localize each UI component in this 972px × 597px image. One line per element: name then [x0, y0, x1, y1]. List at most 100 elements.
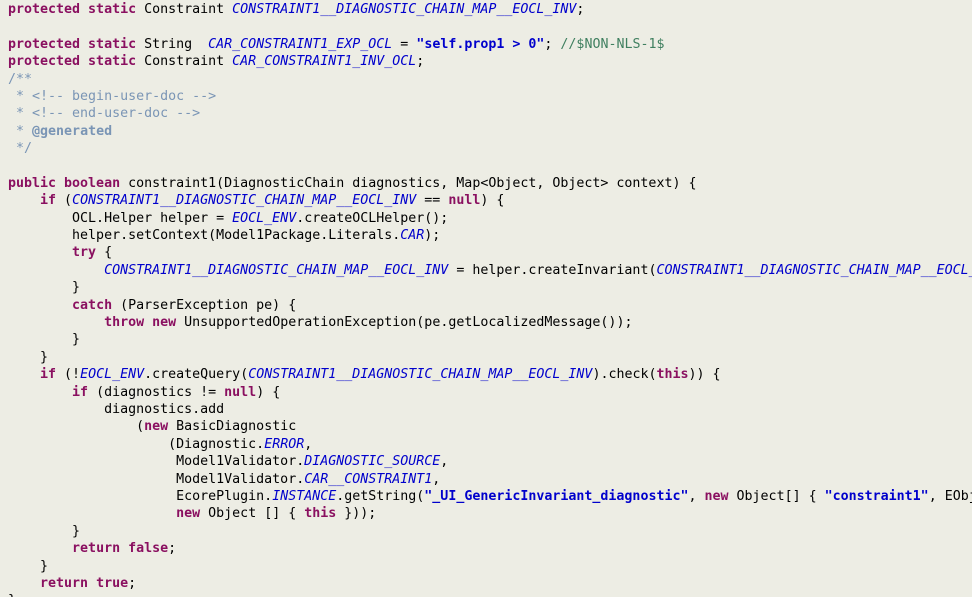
code-line[interactable]: } — [0, 279, 972, 296]
code-line[interactable]: helper.setContext(Model1Package.Literals… — [0, 227, 972, 244]
code-token-javadoc: /** — [8, 71, 33, 87]
code-line[interactable]: catch (ParserException pe) { — [0, 297, 972, 314]
code-token-plain: ).check( — [592, 367, 657, 383]
code-token-plain: ; — [128, 575, 137, 591]
code-token-static: DIAGNOSTIC_SOURCE — [304, 454, 441, 470]
code-token-javadoc-tag: @generated — [32, 123, 113, 139]
code-line[interactable]: return true; — [0, 575, 972, 592]
code-token-plain: (! — [56, 367, 81, 383]
code-line[interactable]: Model1Validator.CAR__CONSTRAINT1, — [0, 471, 972, 488]
code-token-keyword: this — [656, 367, 689, 383]
code-token-plain: BasicDiagnostic — [168, 419, 297, 435]
code-line[interactable]: } — [0, 331, 972, 348]
code-token-keyword: return true — [40, 575, 129, 591]
code-token-plain: ) { — [256, 384, 281, 400]
code-token-plain: Constraint — [136, 54, 233, 70]
code-line[interactable]: } — [0, 592, 972, 597]
code-token-blank — [8, 19, 16, 34]
code-token-comment: //$NON-NLS-1$ — [560, 36, 665, 52]
code-token-keyword: catch — [72, 297, 113, 313]
code-token-plain: .createQuery( — [144, 367, 249, 383]
code-token-plain: ( — [8, 419, 145, 435]
code-token-plain: (diagnostics != — [88, 384, 225, 400]
code-token-plain: } — [8, 558, 49, 574]
code-line[interactable]: CONSTRAINT1__DIAGNOSTIC_CHAIN_MAP__EOCL_… — [0, 262, 972, 279]
code-token-plain: diagnostics.add — [8, 401, 225, 417]
code-line[interactable]: public boolean constraint1(DiagnosticCha… — [0, 175, 972, 192]
code-token-static: CONSTRAINT1__DIAGNOSTIC_CHAIN_MAP__EOCL_… — [232, 2, 577, 17]
code-line[interactable]: try { — [0, 244, 972, 261]
code-token-keyword: if — [72, 384, 89, 400]
code-token-static: ERROR — [264, 436, 305, 452]
code-line[interactable]: */ — [0, 140, 972, 157]
code-token-javadoc: * <!-- end-user-doc --> — [8, 106, 201, 122]
code-line[interactable]: OCL.Helper helper = EOCL_ENV.createOCLHe… — [0, 210, 972, 227]
code-token-plain: Model1Validator. — [8, 454, 305, 470]
code-token-static: CONSTRAINT1__DIAGNOSTIC_CHAIN_MAP__EOCL_… — [104, 262, 449, 278]
code-line[interactable]: (new BasicDiagnostic — [0, 418, 972, 435]
code-token-static: CAR_CONSTRAINT1_INV_OCL — [232, 54, 417, 70]
code-line[interactable]: /** — [0, 71, 972, 88]
code-line[interactable]: if (!EOCL_ENV.createQuery(CONSTRAINT1__D… — [0, 366, 972, 383]
code-editor-view[interactable]: protected static Constraint CONSTRAINT1_… — [0, 0, 972, 597]
code-line[interactable]: } — [0, 558, 972, 575]
code-token-plain: .createOCLHelper(); — [296, 210, 449, 226]
code-line[interactable]: Model1Validator.DIAGNOSTIC_SOURCE, — [0, 453, 972, 470]
code-token-plain: ; — [576, 2, 585, 17]
code-token-plain: String — [136, 36, 209, 52]
code-line[interactable]: diagnostics.add — [0, 401, 972, 418]
code-token-keyword: null — [224, 384, 257, 400]
code-line[interactable]: * <!-- begin-user-doc --> — [0, 88, 972, 105]
code-token-plain: ); — [424, 228, 441, 244]
code-token-plain: .getString( — [336, 488, 425, 504]
code-token-plain: (Diagnostic. — [8, 436, 265, 452]
code-line[interactable]: protected static String CAR_CONSTRAINT1_… — [0, 36, 972, 53]
code-token-static: CONSTRAINT1__DIAGNOSTIC_CHAIN_MAP__EOCL_… — [72, 193, 417, 209]
code-token-plain: ( — [56, 193, 73, 209]
code-token-static: EOCL_ENV — [232, 210, 297, 226]
code-line[interactable]: (Diagnostic.ERROR, — [0, 436, 972, 453]
code-line[interactable]: EcorePlugin.INSTANCE.getString("_UI_Gene… — [0, 488, 972, 505]
code-line[interactable]: protected static Constraint CAR_CONSTRAI… — [0, 53, 972, 70]
code-line[interactable]: return false; — [0, 540, 972, 557]
code-token-plain: ) { — [480, 193, 505, 209]
code-token-plain: } — [8, 349, 49, 365]
code-line[interactable] — [0, 158, 972, 175]
code-token-blank — [8, 159, 16, 174]
code-line[interactable]: new Object [] { this })); — [0, 505, 972, 522]
code-token-plain: UnsupportedOperationException(pe.getLoca… — [176, 315, 633, 331]
code-token-plain: Object[] { — [728, 488, 825, 504]
code-token-keyword: protected static — [8, 2, 137, 17]
code-token-plain: , — [432, 471, 441, 487]
code-line[interactable]: if (diagnostics != null) { — [0, 384, 972, 401]
code-line[interactable]: throw new UnsupportedOperationException(… — [0, 314, 972, 331]
code-token-plain: EcorePlugin. — [8, 488, 273, 504]
code-token-plain: = helper.createInvariant( — [448, 262, 657, 278]
code-token-plain: helper.setContext(Model1Package.Literals… — [8, 228, 401, 244]
code-line[interactable]: } — [0, 523, 972, 540]
code-token-plain: (ParserException pe) { — [112, 297, 297, 313]
code-token-plain: OCL.Helper helper = — [8, 210, 233, 226]
code-line[interactable]: protected static Constraint CONSTRAINT1_… — [0, 1, 972, 18]
code-token-static: CAR__CONSTRAINT1 — [304, 471, 433, 487]
code-line[interactable]: if (CONSTRAINT1__DIAGNOSTIC_CHAIN_MAP__E… — [0, 192, 972, 209]
code-line[interactable]: * @generated — [0, 123, 972, 140]
code-line[interactable] — [0, 18, 972, 35]
code-token-javadoc: */ — [8, 141, 33, 157]
code-token-string: "constraint1" — [824, 488, 929, 504]
code-token-keyword: throw new — [104, 315, 177, 331]
code-token-keyword: protected static — [8, 36, 137, 52]
code-token-keyword: return false — [72, 541, 169, 557]
code-line[interactable]: } — [0, 349, 972, 366]
code-token-keyword: public boolean — [8, 175, 121, 191]
code-line[interactable]: * <!-- end-user-doc --> — [0, 105, 972, 122]
